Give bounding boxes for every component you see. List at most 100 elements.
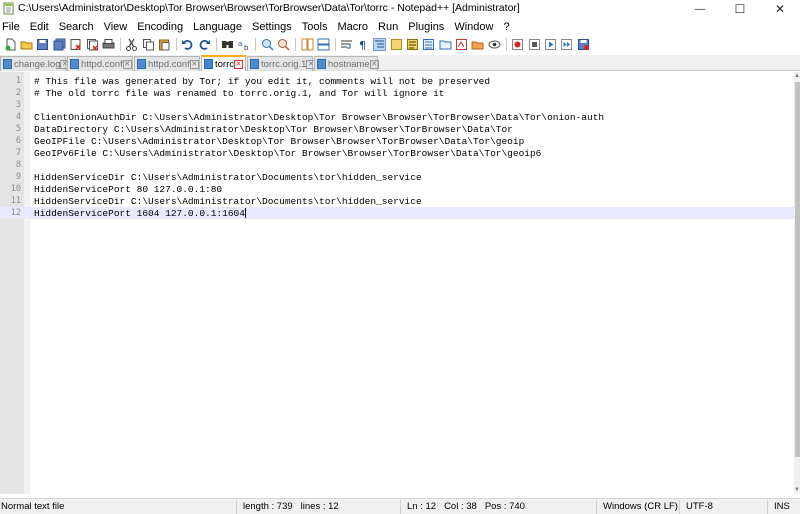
line-text[interactable]: GeoIPFile C:\Users\Administrator\Desktop… <box>34 136 524 147</box>
tab-close-icon[interactable]: ✕ <box>234 59 243 69</box>
minimize-button[interactable]: — <box>680 0 720 18</box>
cut-icon[interactable] <box>125 38 138 51</box>
scroll-down-icon[interactable]: ▼ <box>794 486 800 494</box>
menu-plugins[interactable]: Plugins <box>403 19 449 35</box>
line-number: 4 <box>15 112 21 122</box>
line-text[interactable]: # The old torrc file was renamed to torr… <box>34 88 444 99</box>
save-macro-icon[interactable] <box>577 38 590 51</box>
line-text[interactable]: DataDirectory C:\Users\Administrator\Des… <box>34 124 513 135</box>
sync-vertical-icon[interactable] <box>301 38 314 51</box>
editor-line[interactable]: 11 HiddenServiceDir C:\Users\Administrato… <box>0 195 794 207</box>
print-icon[interactable] <box>102 38 115 51</box>
word-wrap-icon[interactable] <box>340 38 353 51</box>
close-file-icon[interactable] <box>69 38 82 51</box>
replace-icon[interactable]: ab <box>238 38 251 51</box>
editor-line[interactable]: 8 <box>0 159 794 171</box>
editor-line[interactable]: 6 GeoIPFile C:\Users\Administrator\Deskto… <box>0 135 794 147</box>
sync-horizontal-icon[interactable] <box>317 38 330 51</box>
save-all-icon[interactable] <box>53 38 66 51</box>
file-icon <box>137 59 146 69</box>
status-encoding[interactable]: UTF-8 <box>686 501 713 512</box>
close-button[interactable]: ✕ <box>760 0 800 18</box>
record-macro-icon[interactable] <box>511 38 524 51</box>
run-macro-multiple-icon[interactable] <box>560 38 573 51</box>
zoom-out-icon[interactable] <box>277 38 290 51</box>
tab-torrc-orig-1[interactable]: torrc.orig.1 ✕ <box>247 56 316 71</box>
tab-httpd-conf-2[interactable]: httpd.conf ✕ <box>134 56 200 71</box>
monitoring-icon[interactable] <box>455 38 468 51</box>
tab-httpd-conf[interactable]: httpd.conf ✕ <box>67 56 133 71</box>
menu-run[interactable]: Run <box>373 19 403 35</box>
text-editor[interactable]: 1 # This file was generated by Tor; if yo… <box>0 72 794 494</box>
line-text[interactable]: HiddenServiceDir C:\Users\Administrator\… <box>34 172 422 183</box>
tab-close-icon[interactable]: ✕ <box>369 59 379 69</box>
menu-window[interactable]: Window <box>449 19 498 35</box>
find-icon[interactable] <box>221 38 234 51</box>
tab-close-icon[interactable]: ✕ <box>122 59 132 69</box>
open-file-icon[interactable] <box>20 38 33 51</box>
editor-line[interactable]: 5 DataDirectory C:\Users\Administrator\De… <box>0 123 794 135</box>
status-bar: Normal text file length : 739 lines : 12 … <box>0 498 800 514</box>
menu-help[interactable]: ? <box>498 19 514 35</box>
status-eol[interactable]: Windows (CR LF) <box>603 501 678 512</box>
user-defined-language-icon[interactable] <box>390 38 403 51</box>
menu-language[interactable]: Language <box>188 19 247 35</box>
tab-change-log[interactable]: change.log ✕ <box>0 56 70 71</box>
new-file-icon[interactable] <box>4 38 17 51</box>
editor-line[interactable]: 4 ClientOnionAuthDir C:\Users\Administrat… <box>0 111 794 123</box>
editor-line[interactable]: 2 # The old torrc file was renamed to tor… <box>0 87 794 99</box>
save-icon[interactable] <box>36 38 49 51</box>
line-text[interactable]: HiddenServicePort 80 127.0.0.1:80 <box>34 184 222 195</box>
line-text[interactable]: HiddenServicePort 1604 127.0.0.1:1604 <box>34 208 245 219</box>
editor-line[interactable]: 10 HiddenServicePort 80 127.0.0.1:80 <box>0 183 794 195</box>
paste-icon[interactable] <box>158 38 171 51</box>
status-length-lines: length : 739 lines : 12 <box>243 501 339 512</box>
eye-icon[interactable] <box>488 38 501 51</box>
menu-settings[interactable]: Settings <box>247 19 297 35</box>
line-text[interactable]: # This file was generated by Tor; if you… <box>34 76 490 87</box>
menu-tools[interactable]: Tools <box>297 19 333 35</box>
line-number: 1 <box>15 76 21 86</box>
folder-icon[interactable] <box>471 38 484 51</box>
menu-view[interactable]: View <box>99 19 133 35</box>
undo-icon[interactable] <box>181 38 194 51</box>
line-text-with-caret[interactable]: HiddenServicePort 1604 127.0.0.1:1604 <box>34 208 246 219</box>
stop-macro-icon[interactable] <box>528 38 541 51</box>
zoom-in-icon[interactable] <box>261 38 274 51</box>
close-all-icon[interactable] <box>86 38 99 51</box>
function-list-icon[interactable] <box>422 38 435 51</box>
menu-search[interactable]: Search <box>54 19 99 35</box>
line-text[interactable]: HiddenServiceDir C:\Users\Administrator\… <box>34 196 422 207</box>
tab-close-icon[interactable]: ✕ <box>189 59 199 69</box>
vertical-scrollbar[interactable]: ▲ ▼ <box>794 72 800 494</box>
redo-icon[interactable] <box>198 38 211 51</box>
editor-line[interactable]: 1 # This file was generated by Tor; if yo… <box>0 75 794 87</box>
editor-line[interactable]: 7 GeoIPv6File C:\Users\Administrator\Desk… <box>0 147 794 159</box>
scrollbar-thumb[interactable] <box>795 82 800 457</box>
folder-as-workspace-icon[interactable] <box>439 38 452 51</box>
menu-edit[interactable]: Edit <box>25 19 54 35</box>
editor-line[interactable]: 9 HiddenServiceDir C:\Users\Administrator… <box>0 171 794 183</box>
menu-encoding[interactable]: Encoding <box>132 19 188 35</box>
show-all-characters-icon[interactable]: ¶ <box>357 38 370 51</box>
menu-file[interactable]: File <box>1 19 25 35</box>
line-text[interactable]: GeoIPv6File C:\Users\Administrator\Deskt… <box>34 148 541 159</box>
line-number: 6 <box>15 136 21 146</box>
current-editor-line[interactable]: 12 HiddenServicePort 1604 127.0.0.1:1604 <box>0 207 794 219</box>
menu-macro[interactable]: Macro <box>332 19 373 35</box>
editor-line[interactable]: 3 <box>0 99 794 111</box>
scroll-up-icon[interactable]: ▲ <box>794 72 800 80</box>
tab-torrc[interactable]: torrc ✕ <box>201 55 246 71</box>
text-caret <box>244 207 246 218</box>
status-insert-mode[interactable]: INS <box>774 501 790 512</box>
tab-hostname[interactable]: hostname ✕ <box>314 56 379 71</box>
document-map-icon[interactable] <box>406 38 419 51</box>
file-icon <box>250 59 259 69</box>
indent-guide-icon[interactable] <box>373 37 387 51</box>
status-lines: lines : 12 <box>300 501 339 512</box>
line-text[interactable]: ClientOnionAuthDir C:\Users\Administrato… <box>34 112 604 123</box>
maximize-button[interactable]: ☐ <box>720 0 760 18</box>
copy-icon[interactable] <box>142 38 155 51</box>
play-macro-icon[interactable] <box>544 38 557 51</box>
line-number: 7 <box>15 148 21 158</box>
